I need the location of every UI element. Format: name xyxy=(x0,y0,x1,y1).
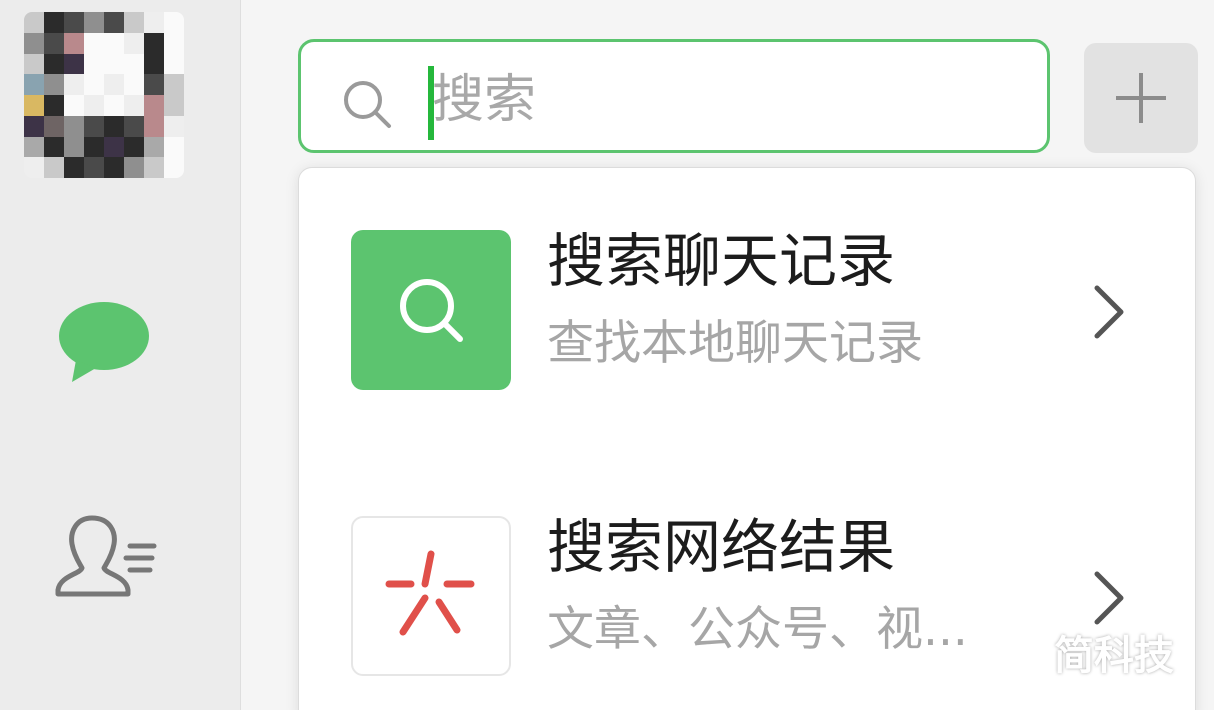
result-title: 搜索网络结果 xyxy=(547,513,896,581)
network-search-icon xyxy=(385,550,475,636)
contacts-icon[interactable] xyxy=(52,510,162,600)
chevron-right-icon xyxy=(1094,285,1124,339)
search-input[interactable] xyxy=(432,60,1012,140)
main-panel: 搜索聊天记录 查找本地聊天记录 xyxy=(241,0,1214,710)
sidebar xyxy=(0,0,241,710)
avatar[interactable] xyxy=(24,12,184,178)
network-tile xyxy=(351,516,511,676)
search-tile xyxy=(351,230,511,390)
result-subtitle: 文章、公众号、视... xyxy=(547,602,968,657)
chat-bubble-icon[interactable] xyxy=(56,298,152,384)
search-chat-history-item[interactable]: 搜索聊天记录 查找本地聊天记录 xyxy=(299,218,1195,418)
watermark: 简科技 xyxy=(1054,633,1174,679)
chevron-right-icon xyxy=(1094,571,1124,625)
search-icon xyxy=(344,81,391,128)
search-box[interactable] xyxy=(298,39,1050,153)
search-icon xyxy=(400,279,463,342)
result-subtitle: 查找本地聊天记录 xyxy=(547,316,923,371)
add-button[interactable] xyxy=(1084,43,1198,153)
result-title: 搜索聊天记录 xyxy=(547,227,896,295)
plus-icon xyxy=(1116,73,1166,123)
wechat-window: 搜索聊天记录 查找本地聊天记录 xyxy=(0,0,1214,710)
